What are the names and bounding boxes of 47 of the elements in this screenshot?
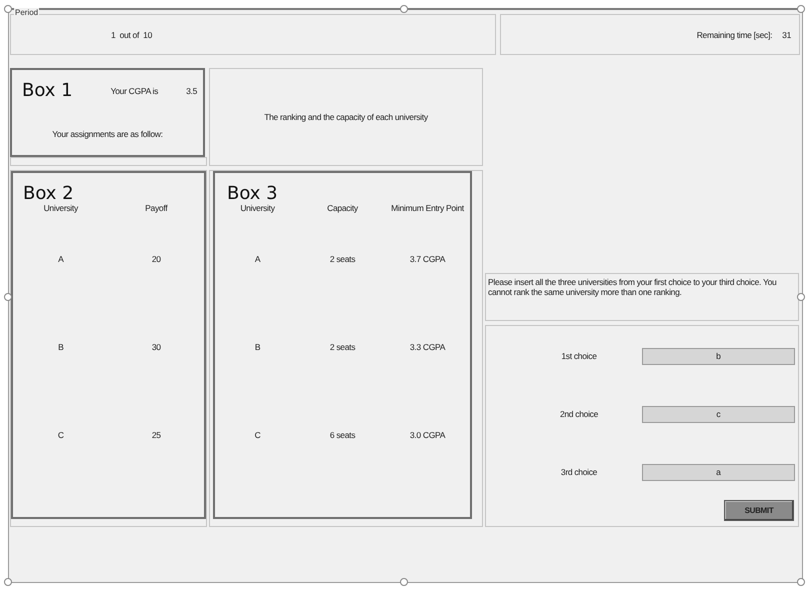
- timer-value: 31: [782, 30, 791, 40]
- resize-handle-icon[interactable]: [797, 578, 805, 586]
- choice-field[interactable]: b: [642, 348, 795, 364]
- resize-handle-icon[interactable]: [797, 293, 805, 301]
- choice-label: 1st choice: [560, 351, 597, 361]
- choice-label: 3rd choice: [560, 467, 598, 477]
- table-cell: 3.3 CGPA: [410, 342, 446, 352]
- table-cell: 3.0 CGPA: [410, 430, 446, 440]
- column-header: Capacity: [327, 203, 358, 213]
- column-header: University: [44, 203, 78, 213]
- group-legend: Period: [14, 8, 40, 18]
- column-header: University: [240, 203, 275, 213]
- resize-handle-icon[interactable]: [400, 5, 408, 13]
- choice-field[interactable]: c: [642, 406, 795, 422]
- choice-field[interactable]: a: [642, 464, 795, 480]
- resize-handle-icon[interactable]: [4, 5, 12, 13]
- resize-handle-icon[interactable]: [400, 578, 408, 586]
- resize-handle-icon[interactable]: [4, 578, 12, 586]
- table-cell: 3.7 CGPA: [410, 254, 446, 264]
- table-cell: 2 seats: [330, 342, 356, 352]
- table-cell: B: [254, 342, 260, 352]
- table-cell: A: [254, 254, 260, 264]
- table-cell: 25: [152, 430, 161, 440]
- table-cell: A: [58, 254, 64, 264]
- timer-label: Remaining time [sec]:: [696, 30, 772, 40]
- assignments-label: Your assignments are as follow:: [52, 129, 163, 139]
- table-cell: C: [254, 430, 260, 440]
- column-header: Minimum Entry Point: [391, 203, 464, 213]
- table-cell: 6 seats: [330, 430, 356, 440]
- choice-label: 2nd choice: [558, 409, 598, 419]
- table-cell: C: [58, 430, 64, 440]
- box-title: Box 1: [22, 80, 73, 102]
- submit-button[interactable]: SUBMIT: [724, 500, 794, 521]
- period-counter: 1 out of 10: [111, 30, 152, 40]
- column-header: Payoff: [145, 203, 168, 213]
- table-cell: 2 seats: [330, 254, 356, 264]
- table-cell: 30: [152, 342, 161, 352]
- resize-handle-icon[interactable]: [797, 5, 805, 13]
- ranking-heading: The ranking and the capacity of each university: [264, 112, 428, 122]
- box-title: Box 3: [227, 183, 278, 204]
- table-cell: B: [58, 342, 64, 352]
- table-cell: 20: [152, 254, 161, 264]
- resize-handle-icon[interactable]: [4, 293, 12, 301]
- box-title: Box 2: [23, 183, 74, 204]
- cgpa-label: Your CGPA is: [110, 86, 158, 96]
- cgpa-value: 3.5: [186, 86, 197, 96]
- instructions-text: Please insert all the three universities from your first choice to your third choice. You cannot rank the same university more than one ranking.: [488, 277, 778, 297]
